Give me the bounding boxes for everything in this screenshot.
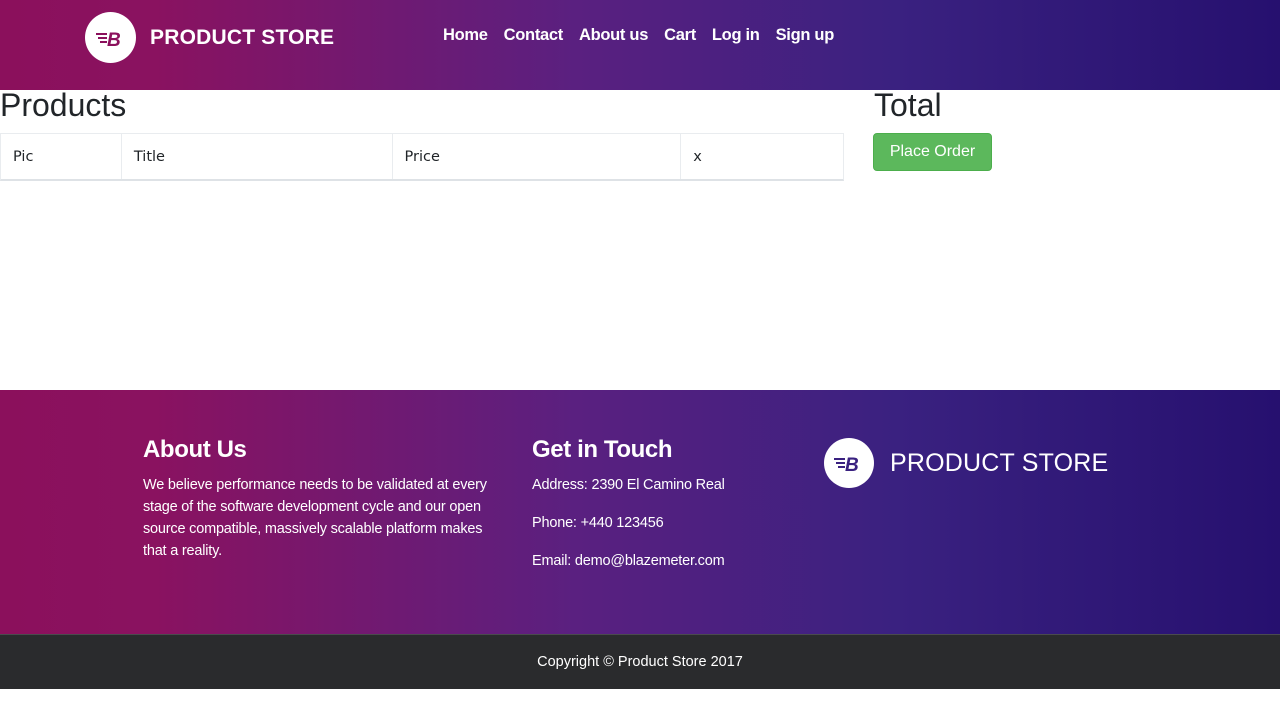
column-delete: x — [693, 148, 702, 165]
nav-sign-up[interactable]: Sign up — [776, 26, 835, 45]
copyright-bar: Copyright © Product Store 2017 — [0, 634, 1280, 689]
footer-contact-heading: Get in Touch — [532, 436, 673, 463]
footer-contact: Get in Touch Address: 2390 El Camino Rea… — [532, 436, 792, 588]
place-order-button[interactable]: Place Order — [873, 133, 992, 171]
main-nav: Home Contact About us Cart Log in Sign u… — [443, 26, 834, 45]
blazemeter-logo-icon: B — [85, 12, 136, 63]
footer-about-text: We believe performance needs to be valid… — [143, 477, 487, 559]
brand-link[interactable]: B PRODUCT STORE — [85, 12, 334, 63]
column-price: Price — [393, 134, 682, 179]
column-pic: Pic — [1, 134, 122, 179]
footer: About Us We believe performance needs to… — [0, 390, 1280, 635]
navbar: B PRODUCT STORE Home Contact About us Ca… — [0, 0, 1280, 90]
column-title: Title — [122, 134, 393, 179]
svg-text:B: B — [107, 30, 121, 49]
blazemeter-logo-icon: B — [824, 438, 874, 488]
nav-contact[interactable]: Contact — [504, 26, 564, 45]
footer-about: About Us We believe performance needs to… — [143, 436, 505, 562]
nav-about-us[interactable]: About us — [579, 26, 648, 45]
footer-brand-name: PRODUCT STORE — [890, 448, 1109, 477]
nav-log-in[interactable]: Log in — [712, 26, 760, 45]
products-heading: Products — [0, 87, 127, 123]
total-heading: Total — [874, 87, 942, 123]
nav-cart[interactable]: Cart — [664, 26, 696, 45]
svg-text:B: B — [845, 455, 859, 474]
brand-name: PRODUCT STORE — [150, 25, 335, 49]
footer-brand: B PRODUCT STORE — [824, 438, 1108, 488]
cart-table-header: Pic Title Price x — [0, 133, 844, 181]
copyright-text: Copyright © Product Store 2017 — [537, 654, 743, 670]
footer-email: Email: demo@blazemeter.com — [532, 553, 725, 569]
footer-phone: Phone: +440 123456 — [532, 515, 664, 531]
nav-home[interactable]: Home — [443, 26, 488, 45]
footer-about-heading: About Us — [143, 436, 247, 463]
footer-address: Address: 2390 El Camino Real — [532, 477, 725, 493]
